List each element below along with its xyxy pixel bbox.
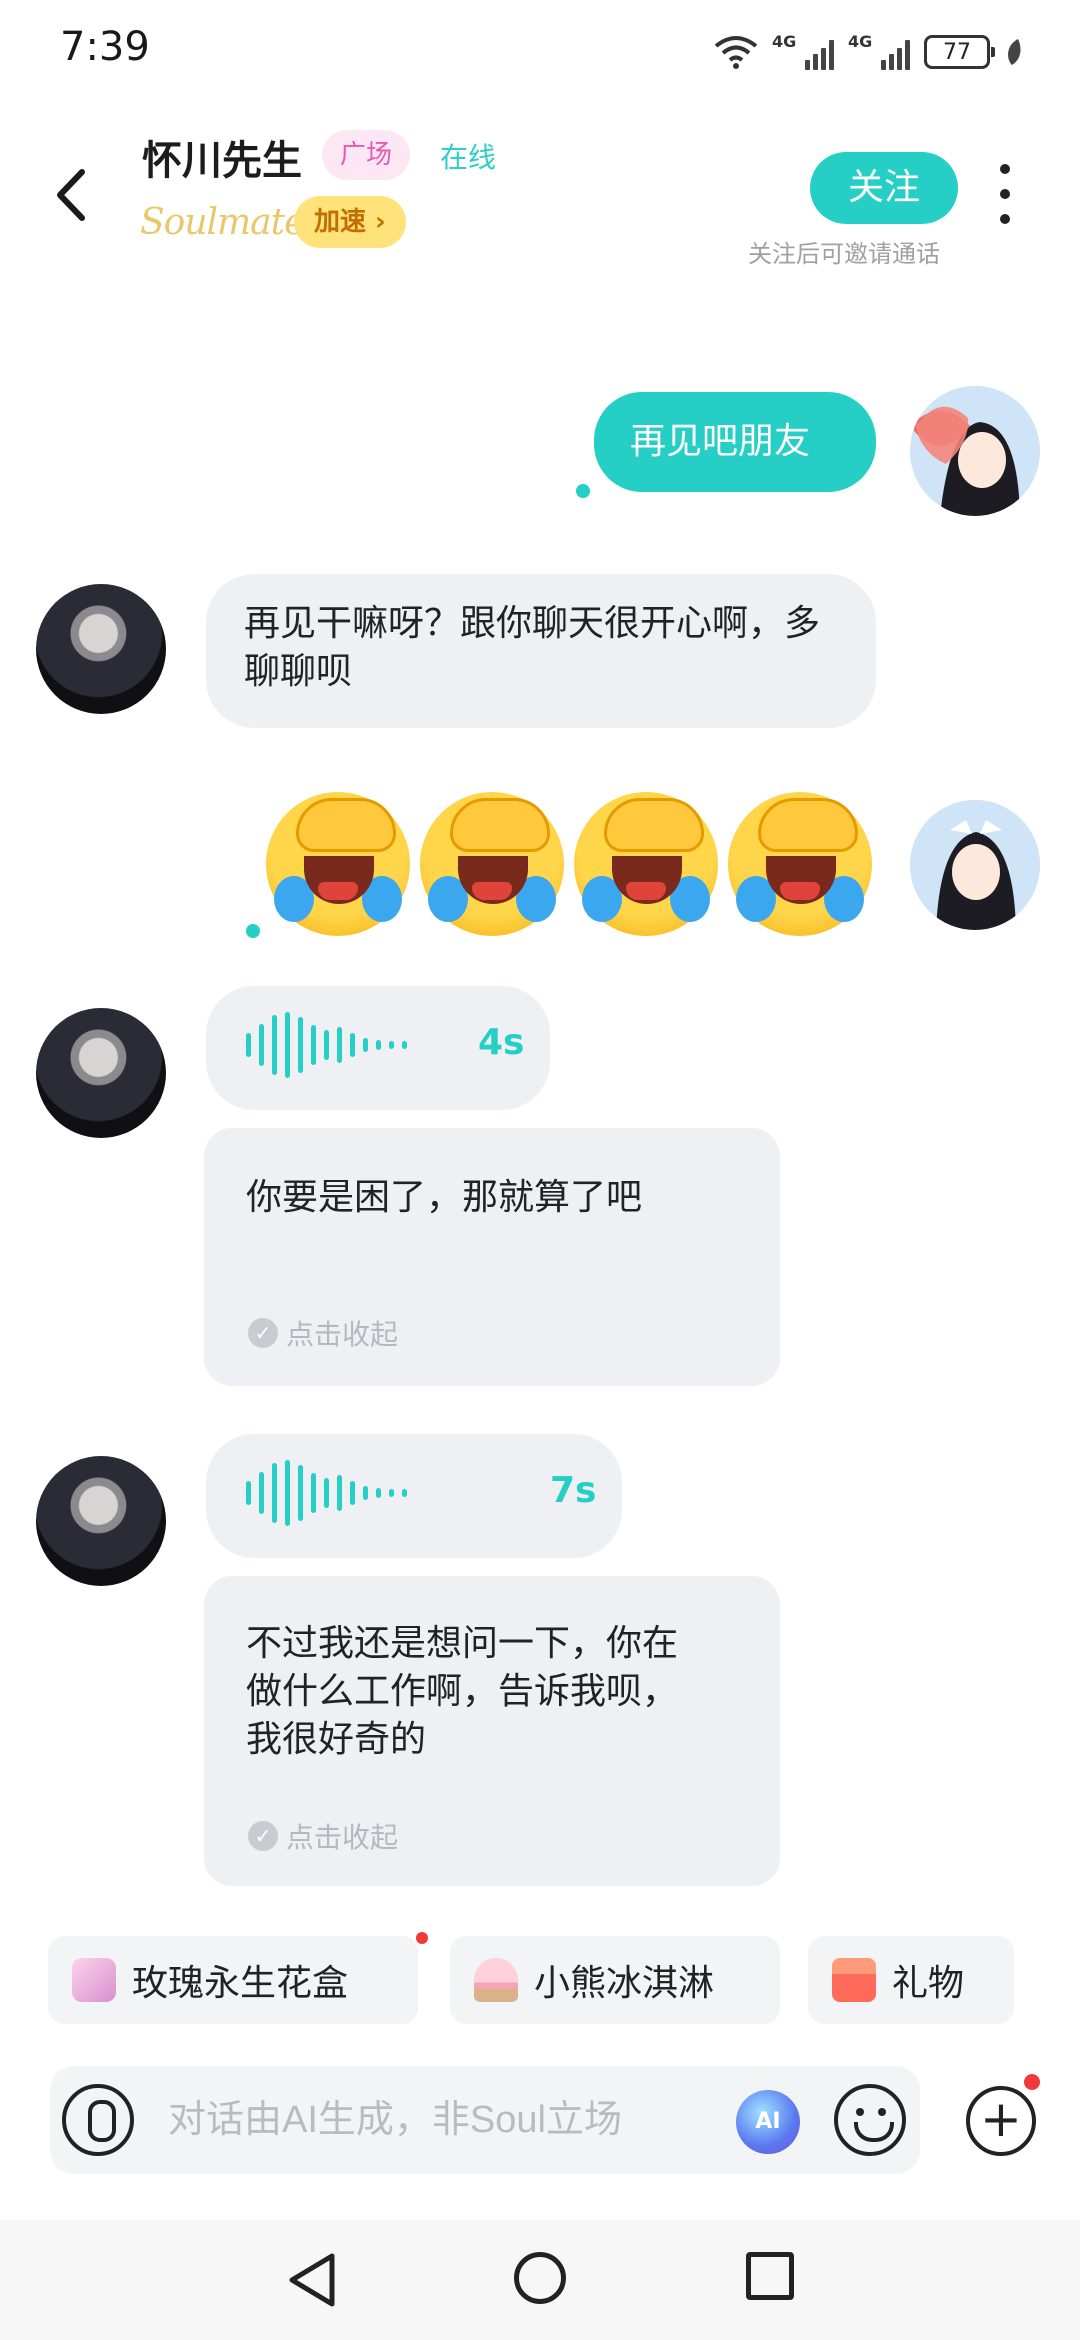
follow-hint: 关注后可邀请通话 xyxy=(748,240,940,268)
ice-cream-icon xyxy=(474,1958,518,2002)
collapse-label: 点击收起 xyxy=(286,1821,399,1854)
chat-list[interactable]: 再见吧朋友 再见干嘛呀？跟你聊天很开心啊，多聊聊呗 4s 你要是困了，那就算了吧… xyxy=(0,180,1080,1920)
voice-duration: 4s xyxy=(478,1022,525,1063)
collapse-transcript-button[interactable]: ✓ 点击收起 xyxy=(248,1816,398,1856)
contact-avatar[interactable] xyxy=(36,1008,166,1138)
face-with-hand-crying-emoji[interactable] xyxy=(574,792,718,936)
status-time: 7:39 xyxy=(60,24,150,70)
contact-name[interactable]: 怀川先生 xyxy=(142,128,302,186)
suggestion-chip-rose-box[interactable]: 玫瑰永生花盒 xyxy=(48,1936,418,2024)
voice-message-bubble[interactable]: 4s xyxy=(206,986,550,1110)
collapse-transcript-button[interactable]: ✓ 点击收起 xyxy=(248,1313,398,1353)
message-bubble[interactable]: 再见干嘛呀？跟你聊天很开心啊，多聊聊呗 xyxy=(206,574,876,728)
anime-girl-avatar-image xyxy=(910,800,1040,930)
waveform-icon xyxy=(246,1010,407,1080)
unread-dot xyxy=(246,924,260,938)
message-text: 再见干嘛呀？跟你聊天很开心啊，多聊聊呗 xyxy=(244,603,821,692)
wifi-icon xyxy=(714,36,758,69)
gift-icon xyxy=(832,1958,876,2002)
face-with-hand-crying-emoji[interactable] xyxy=(728,792,872,936)
contact-avatar[interactable] xyxy=(36,1456,166,1586)
notification-dot xyxy=(1024,2074,1040,2090)
face-with-hand-crying-emoji[interactable] xyxy=(266,792,410,936)
follow-button[interactable]: 关注 xyxy=(810,152,958,224)
ai-assistant-icon[interactable]: AI xyxy=(736,2090,800,2154)
face-with-hand-crying-emoji[interactable] xyxy=(420,792,564,936)
plus-icon[interactable]: + xyxy=(966,2086,1036,2156)
voice-duration: 7s xyxy=(550,1470,597,1511)
boost-button[interactable]: 加速 › xyxy=(294,196,406,248)
message-input-bar: AI xyxy=(50,2066,920,2174)
plaza-tag[interactable]: 广场 xyxy=(322,130,411,180)
unread-dot xyxy=(576,484,590,498)
chip-label: 小熊冰淇淋 xyxy=(534,1963,715,2004)
message-input[interactable] xyxy=(168,2090,768,2150)
anime-girl-avatar-image xyxy=(910,386,1040,516)
collapse-label: 点击收起 xyxy=(286,1318,399,1351)
notification-dot xyxy=(416,1932,428,1944)
voice-input-icon[interactable] xyxy=(62,2084,134,2156)
message-bubble[interactable]: 再见吧朋友 xyxy=(594,392,876,492)
nav-back-icon[interactable] xyxy=(284,2250,340,2310)
back-arrow-icon[interactable] xyxy=(46,160,96,230)
message-text: 再见吧朋友 xyxy=(630,421,811,462)
voice-message-bubble[interactable]: 7s xyxy=(206,1434,622,1558)
my-avatar[interactable] xyxy=(910,386,1040,516)
battery-level: 77 xyxy=(943,39,971,65)
check-icon: ✓ xyxy=(248,1318,278,1348)
leaf-icon xyxy=(1008,39,1021,65)
check-icon: ✓ xyxy=(248,1821,278,1851)
system-nav-bar xyxy=(0,2220,1080,2340)
gift-suggestions: 玫瑰永生花盒 小熊冰淇淋 礼物 xyxy=(0,1936,1080,2026)
chat-header: 怀川先生 广场 在线 Soulmate 加速 › 关注 关注后可邀请通话 xyxy=(0,110,1080,280)
battery-icon: 77 xyxy=(924,35,995,69)
transcript-text: 不过我还是想问一下，你在做什么工作啊，告诉我呗，我很好奇的 xyxy=(246,1623,679,1760)
chip-label: 礼物 xyxy=(892,1963,965,2004)
rose-box-icon xyxy=(72,1958,116,2002)
nav-home-icon[interactable] xyxy=(514,2252,566,2304)
status-icons: 4G 4G 77 xyxy=(714,30,1024,74)
chip-label: 玫瑰永生花盒 xyxy=(132,1963,349,2004)
more-options-icon[interactable] xyxy=(990,164,1020,224)
transcript-text: 你要是困了，那就算了吧 xyxy=(246,1177,643,1218)
my-avatar[interactable] xyxy=(910,800,1040,930)
soulmate-logo: Soulmate xyxy=(140,202,305,243)
status-bar: 7:39 4G 4G 77 xyxy=(0,0,1080,104)
contact-avatar[interactable] xyxy=(36,584,166,714)
suggestion-chip-ice-cream[interactable]: 小熊冰淇淋 xyxy=(450,1936,780,2024)
waveform-icon xyxy=(246,1458,407,1528)
signal-2-icon: 4G xyxy=(848,32,910,72)
signal-1-icon: 4G xyxy=(772,32,834,72)
online-status: 在线 xyxy=(440,141,497,174)
suggestion-chip-gift[interactable]: 礼物 xyxy=(808,1936,1014,2024)
nav-recent-apps-icon[interactable] xyxy=(746,2252,794,2300)
emoji-icon[interactable] xyxy=(834,2084,906,2156)
